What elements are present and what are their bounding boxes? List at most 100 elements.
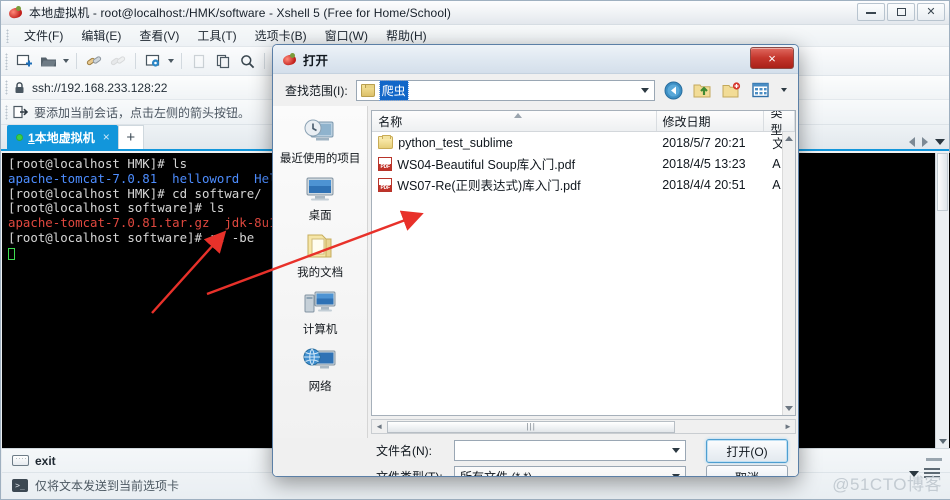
window-title: 本地虚拟机 - root@localhost:/HMK/software - X… xyxy=(29,6,451,20)
menu-view[interactable]: 查看(V) xyxy=(130,25,188,46)
tab-nav-list-icon[interactable] xyxy=(935,139,945,145)
tab-close-icon[interactable]: × xyxy=(103,130,110,144)
column-header-date[interactable]: 修改日期 xyxy=(657,111,765,131)
cancel-button[interactable]: 取消 xyxy=(706,465,788,476)
place-computer[interactable]: 计算机 xyxy=(274,289,366,337)
add-session-icon[interactable] xyxy=(13,105,29,119)
tab-nav-prev-icon[interactable] xyxy=(909,137,915,147)
file-date-cell: 2018/4/5 13:23 xyxy=(662,156,746,171)
toolbar-separator-3 xyxy=(181,53,182,69)
menu-edit[interactable]: 编辑(E) xyxy=(72,25,130,46)
back-icon[interactable] xyxy=(663,80,684,101)
connect-icon[interactable] xyxy=(83,50,105,72)
open-folder-caret-icon[interactable] xyxy=(61,50,70,72)
menu-help[interactable]: 帮助(H) xyxy=(377,25,436,46)
keyboard-icon xyxy=(12,455,29,466)
search-icon[interactable] xyxy=(236,50,258,72)
paste-icon xyxy=(188,50,210,72)
folder-icon xyxy=(360,83,375,97)
table-row[interactable]: PDF WS07-Re(正则表达式)库入门.pdf 2018/4/4 20:51… xyxy=(372,174,795,195)
menu-tools[interactable]: 工具(T) xyxy=(188,25,245,46)
view-mode-icon[interactable] xyxy=(750,80,771,101)
file-date-cell: 2018/4/4 20:51 xyxy=(662,177,746,192)
tab-local-vm[interactable]: 1本地虚拟机 × xyxy=(7,125,118,149)
place-network[interactable]: 网络 xyxy=(274,346,366,394)
column-header-type[interactable]: 类型 xyxy=(764,111,795,137)
menu-file[interactable]: 文件(F) xyxy=(15,25,72,46)
look-in-value: 爬虫 xyxy=(378,79,409,101)
minimize-button[interactable] xyxy=(857,3,885,21)
place-my-documents[interactable]: 我的文档 xyxy=(274,232,366,280)
filename-input[interactable] xyxy=(454,440,686,461)
toolbar-separator-4 xyxy=(264,53,265,69)
dialog-close-button[interactable]: × xyxy=(750,47,794,69)
up-folder-icon[interactable] xyxy=(692,80,713,101)
filename-label: 文件名(N): xyxy=(376,444,432,458)
place-label: 最近使用的项目 xyxy=(279,153,361,165)
place-label: 网络 xyxy=(308,381,332,393)
network-icon xyxy=(303,346,337,376)
place-desktop[interactable]: 桌面 xyxy=(274,175,366,223)
pdf-icon: PDF xyxy=(378,177,393,192)
file-list-vertical-scrollbar[interactable] xyxy=(782,132,795,415)
recent-items-icon xyxy=(303,118,337,148)
file-name-cell: PDF WS04-Beautiful Soup库入门.pdf xyxy=(372,154,662,173)
file-list-header: 名称 修改日期 类型 xyxy=(372,111,795,137)
chevron-down-icon[interactable] xyxy=(641,87,649,93)
lock-icon xyxy=(13,81,27,95)
filetype-select[interactable]: 所有文件 (*.*) xyxy=(454,466,686,477)
scroll-down-icon[interactable] xyxy=(939,439,947,444)
scrollbar-thumb[interactable] xyxy=(937,153,948,211)
open-button[interactable]: 打开(O) xyxy=(706,439,788,463)
look-in-row: 查找范围(I): 爬虫 xyxy=(273,74,798,106)
table-row[interactable]: PDF WS04-Beautiful Soup库入门.pdf 2018/4/5 … xyxy=(372,153,795,174)
file-list-wrapper: 名称 修改日期 类型 python_test_sublime 2018/5/7 … xyxy=(368,106,798,438)
tab-nav-next-icon[interactable] xyxy=(922,137,928,147)
scroll-down-icon[interactable] xyxy=(785,406,793,411)
menu-window[interactable]: 窗口(W) xyxy=(316,25,377,46)
dialog-titlebar: 打开 × xyxy=(273,45,798,74)
table-row[interactable]: python_test_sublime 2018/5/7 20:21 文 xyxy=(372,132,795,153)
new-folder-icon[interactable] xyxy=(721,80,742,101)
terminal-scrollbar[interactable] xyxy=(935,153,949,448)
scroll-left-icon[interactable]: ◄ xyxy=(372,422,386,431)
copy-icon[interactable] xyxy=(212,50,234,72)
properties-icon[interactable] xyxy=(142,50,164,72)
file-list-horizontal-scrollbar[interactable]: ◄ ||| ► xyxy=(371,419,796,434)
menu-tabs[interactable]: 选项卡(B) xyxy=(246,25,316,46)
tab-navigation xyxy=(909,137,945,147)
session-hint-text: 要添加当前会话，点击左侧的箭头按钮。 xyxy=(34,105,251,120)
places-bar: 最近使用的项目 桌面 我的文档 计算机 网络 xyxy=(273,106,369,438)
new-session-icon[interactable] xyxy=(13,50,35,72)
close-button[interactable]: ✕ xyxy=(917,3,945,21)
properties-caret-icon[interactable] xyxy=(166,50,175,72)
window-titlebar: 本地虚拟机 - root@localhost:/HMK/software - X… xyxy=(1,1,949,25)
file-date-cell: 2018/5/7 20:21 xyxy=(662,135,746,150)
watermark: @51CTO博客 xyxy=(832,475,942,494)
tab-title: 本地虚拟机 xyxy=(34,130,95,145)
command-text: exit xyxy=(35,453,56,468)
chevron-down-icon[interactable] xyxy=(672,448,680,453)
dialog-body: 查找范围(I): 爬虫 最近使用的项目 桌面 我的文档 计算机 网络 名称 修改… xyxy=(273,74,798,477)
scroll-up-icon[interactable] xyxy=(785,136,793,141)
tab-status-dot xyxy=(16,133,23,141)
chevron-down-icon[interactable] xyxy=(672,474,680,476)
sort-ascending-icon xyxy=(513,113,522,118)
column-header-name[interactable]: 名称 xyxy=(372,111,657,131)
folder-icon xyxy=(378,135,394,149)
file-list[interactable]: 名称 修改日期 类型 python_test_sublime 2018/5/7 … xyxy=(371,110,796,416)
filename-row: 文件名(N): xyxy=(376,440,692,461)
send-scope-text: 仅将文本发送到当前选项卡 xyxy=(35,479,180,493)
maximize-button[interactable] xyxy=(887,3,915,21)
hscroll-thumb[interactable]: ||| xyxy=(387,420,676,433)
new-tab-button[interactable]: + xyxy=(117,125,144,149)
look-in-combobox[interactable]: 爬虫 xyxy=(355,79,655,101)
terminal-icon: >_ xyxy=(12,479,28,492)
view-mode-caret-icon[interactable] xyxy=(779,80,788,101)
place-recent-items[interactable]: 最近使用的项目 xyxy=(274,118,366,166)
terminal-cursor xyxy=(8,247,15,260)
look-in-label: 查找范围(I): xyxy=(285,83,348,98)
open-folder-icon[interactable] xyxy=(37,50,59,72)
scroll-right-icon[interactable]: ► xyxy=(781,422,795,431)
filetype-value: 所有文件 (*.*) xyxy=(460,470,533,477)
